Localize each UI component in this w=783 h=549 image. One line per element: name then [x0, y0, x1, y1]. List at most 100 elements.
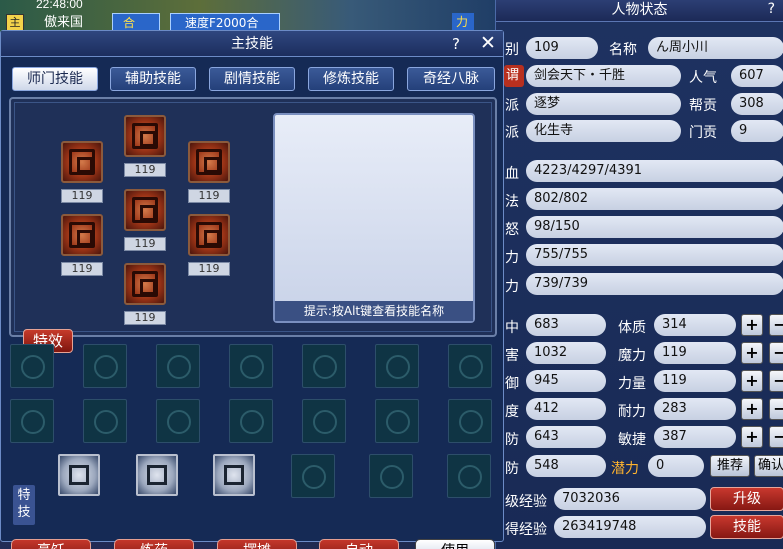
strength-plus-button[interactable]: + [741, 370, 763, 392]
level-value: 109 [526, 37, 598, 59]
stall-button[interactable]: 摆摊 [217, 539, 297, 549]
guild-contribution-value: 308 [731, 93, 783, 115]
constitution-value: 314 [654, 314, 736, 336]
skill-level-3: 119 [188, 189, 230, 203]
hit-label: 中 [505, 320, 519, 336]
damage-value: 1032 [526, 342, 606, 364]
empty-slot[interactable] [375, 399, 419, 443]
status-title: 人物状态 [496, 0, 783, 22]
buff-tag: 合 [112, 13, 160, 31]
hp-label: 血 [505, 166, 519, 182]
use-button[interactable]: 使用 [415, 539, 495, 549]
confirm-button[interactable]: 确认 [754, 455, 783, 477]
skill-icon-2[interactable] [61, 141, 103, 183]
defense-label: 御 [505, 376, 519, 392]
strength-minus-button[interactable]: − [769, 370, 783, 392]
empty-special-slot[interactable] [369, 454, 413, 498]
guild-contribution-label: 帮贡 [689, 98, 717, 114]
damage-label: 害 [505, 348, 519, 364]
name-value: ん周小川 [648, 37, 783, 59]
hit-value: 683 [526, 314, 606, 336]
potential-label: 潜力 [611, 461, 639, 477]
skill-icon-7[interactable] [124, 263, 166, 305]
skill-icon-4[interactable] [124, 189, 166, 231]
constitution-plus-button[interactable]: + [741, 314, 763, 336]
tab-meridians[interactable]: 奇经八脉 [407, 67, 495, 91]
skill-icon-3[interactable] [188, 141, 230, 183]
skill-icon-5[interactable] [61, 214, 103, 256]
skill-level-7: 119 [124, 311, 166, 325]
special-skills-label: 特技 [13, 485, 35, 525]
cooking-button[interactable]: 烹饪 [11, 539, 91, 549]
school-contribution-value: 9 [731, 120, 783, 142]
status-help-icon[interactable]: ? [768, 1, 775, 17]
tab-assist-skills[interactable]: 辅助技能 [110, 67, 196, 91]
vitality-value: 755/755 [526, 244, 783, 266]
constitution-minus-button[interactable]: − [769, 314, 783, 336]
endurance-minus-button[interactable]: − [769, 398, 783, 420]
empty-slot[interactable] [229, 399, 273, 443]
skill-icon-1[interactable] [124, 115, 166, 157]
empty-slot[interactable] [229, 344, 273, 388]
main-skills-window: 主技能 ? ✕ 师门技能 辅助技能 剧情技能 修炼技能 奇经八脉 119 119… [0, 30, 504, 549]
skill-level-6: 119 [188, 262, 230, 276]
skill-level-4: 119 [124, 237, 166, 251]
recommend-button[interactable]: 推荐 [710, 455, 750, 477]
skills-button[interactable]: 技能 [710, 515, 783, 539]
top-status-strip: 主 22:48:00 傲来国 合 速度F2000合 力 [0, 0, 500, 32]
empty-slot[interactable] [156, 344, 200, 388]
spell-defense-value: 548 [526, 455, 606, 477]
empty-slot[interactable] [156, 399, 200, 443]
skill-icon-6[interactable] [188, 214, 230, 256]
empty-slot[interactable] [83, 344, 127, 388]
agility-plus-button[interactable]: + [741, 426, 763, 448]
empty-slot[interactable] [10, 344, 54, 388]
alt-hint-text: 提示:按Alt键查看技能名称 [275, 301, 473, 321]
special-skill-icon-3[interactable] [213, 454, 255, 496]
empty-slot[interactable] [375, 344, 419, 388]
auto-button[interactable]: 自动 [319, 539, 399, 549]
special-skill-icon-2[interactable] [136, 454, 178, 496]
popularity-label: 人气 [689, 70, 717, 86]
magic-minus-button[interactable]: − [769, 342, 783, 364]
empty-slot[interactable] [448, 399, 492, 443]
magic-plus-button[interactable]: + [741, 342, 763, 364]
constitution-label: 体质 [618, 320, 646, 336]
stamina-label: 力 [505, 279, 519, 295]
upgrade-button[interactable]: 升级 [710, 487, 783, 511]
agility-value: 387 [654, 426, 736, 448]
empty-special-slot[interactable] [447, 454, 491, 498]
empty-slot[interactable] [448, 344, 492, 388]
school-value: 化生寺 [526, 120, 681, 142]
help-icon[interactable]: ? [452, 35, 460, 53]
vitality-label: 力 [505, 250, 519, 266]
evasion-label: 防 [505, 432, 519, 448]
empty-slot[interactable] [302, 344, 346, 388]
character-status-panel: 人物状态 ? 别 109 名称 ん周小川 谓 剑会天下・千胜 人气 607 派 … [495, 0, 783, 549]
strength-tag: 力 [452, 13, 474, 31]
tab-school-skills[interactable]: 师门技能 [12, 67, 98, 91]
endurance-label: 耐力 [618, 404, 646, 420]
magic-label: 魔力 [618, 348, 646, 364]
empty-slot[interactable] [10, 399, 54, 443]
tab-cultivation-skills[interactable]: 修炼技能 [308, 67, 394, 91]
strength-label: 力量 [618, 376, 646, 392]
close-icon[interactable]: ✕ [480, 32, 496, 54]
empty-special-slot[interactable] [291, 454, 335, 498]
special-skill-icon-1[interactable] [58, 454, 100, 496]
empty-slot[interactable] [83, 399, 127, 443]
evasion-value: 643 [526, 426, 606, 448]
rage-value: 98/150 [526, 216, 783, 238]
alchemy-button[interactable]: 炼药 [114, 539, 194, 549]
empty-slot[interactable] [302, 399, 346, 443]
guild-value: 逐梦 [526, 93, 681, 115]
endurance-plus-button[interactable]: + [741, 398, 763, 420]
speed-label: 度 [505, 404, 519, 420]
title-value: 剑会天下・千胜 [526, 65, 681, 87]
speed-value: 412 [526, 398, 606, 420]
game-screen: 主 22:48:00 傲来国 合 速度F2000合 力 人物状态 ? 别 109… [0, 0, 783, 549]
school-label: 派 [505, 125, 519, 141]
name-label: 名称 [609, 42, 637, 58]
tab-story-skills[interactable]: 剧情技能 [209, 67, 295, 91]
agility-minus-button[interactable]: − [769, 426, 783, 448]
